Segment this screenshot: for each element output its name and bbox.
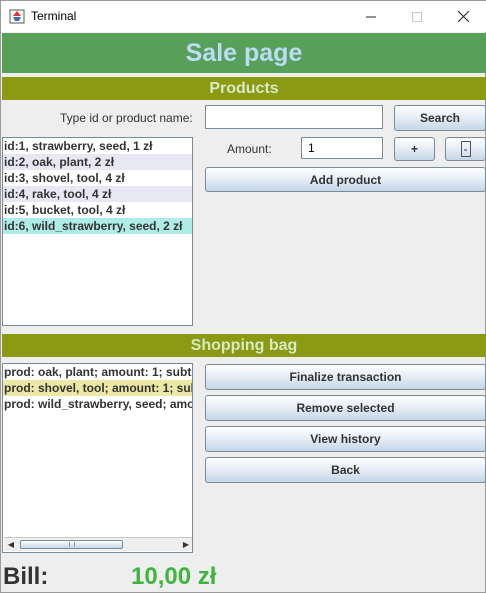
- decrement-label: -: [460, 141, 471, 157]
- amount-label: Amount:: [227, 142, 272, 156]
- bill-total: 10,00 zł: [131, 563, 217, 590]
- bag-item-2[interactable]: prod: shovel, tool; amount: 1; subto: [3, 380, 192, 396]
- bag-item-3[interactable]: prod: wild_strawberry, seed; amo: [3, 396, 192, 412]
- finalize-transaction-button[interactable]: Finalize transaction: [205, 364, 486, 390]
- product-list[interactable]: id:1, strawberry, seed, 1 zł id:2, oak, …: [2, 137, 193, 326]
- view-history-button[interactable]: View history: [205, 426, 486, 452]
- scrollbar-grip-icon: [69, 542, 75, 547]
- bill-label: Bill:: [3, 563, 49, 590]
- search-button[interactable]: Search: [394, 105, 486, 131]
- scroll-left-arrow-icon[interactable]: ◀: [4, 538, 18, 551]
- remove-selected-button[interactable]: Remove selected: [205, 395, 486, 421]
- close-button[interactable]: [440, 1, 486, 32]
- amount-field[interactable]: [301, 137, 383, 159]
- search-label: Type id or product name:: [60, 111, 193, 125]
- maximize-button[interactable]: [394, 1, 440, 32]
- title-bar[interactable]: Terminal: [1, 1, 486, 32]
- product-item-2[interactable]: id:2, oak, plant, 2 zł: [3, 154, 192, 170]
- minimize-button[interactable]: [348, 1, 394, 32]
- decrement-button[interactable]: -: [445, 137, 486, 161]
- product-item-4[interactable]: id:4, rake, tool, 4 zł: [3, 186, 192, 202]
- page-title: Sale page: [2, 33, 486, 73]
- minimize-icon: [366, 16, 376, 17]
- close-icon: [457, 11, 469, 22]
- maximize-icon: [412, 11, 422, 22]
- product-item-6[interactable]: id:6, wild_strawberry, seed, 2 zł: [3, 218, 192, 234]
- scroll-right-arrow-icon[interactable]: ▶: [179, 538, 192, 551]
- product-item-5[interactable]: id:5, bucket, tool, 4 zł: [3, 202, 192, 218]
- products-section-title: Products: [2, 77, 486, 100]
- shopping-bag-section-title: Shopping bag: [2, 334, 486, 357]
- java-coffee-cup-icon: [9, 8, 25, 24]
- terminal-window: Terminal Sale page Products Type id or p…: [0, 0, 486, 593]
- shopping-bag-list[interactable]: prod: oak, plant; amount: 1; subtot prod…: [2, 363, 193, 553]
- product-item-3[interactable]: id:3, shovel, tool, 4 zł: [3, 170, 192, 186]
- increment-button[interactable]: +: [394, 137, 435, 161]
- product-item-1[interactable]: id:1, strawberry, seed, 1 zł: [3, 138, 192, 154]
- window-title: Terminal: [31, 9, 77, 23]
- back-button[interactable]: Back: [205, 457, 486, 483]
- scrollbar-thumb[interactable]: [20, 540, 123, 549]
- bag-item-1[interactable]: prod: oak, plant; amount: 1; subtot: [3, 364, 192, 380]
- horizontal-scrollbar[interactable]: ◀ ▶: [4, 537, 192, 551]
- add-product-button[interactable]: Add product: [205, 167, 486, 192]
- search-input[interactable]: [205, 105, 383, 129]
